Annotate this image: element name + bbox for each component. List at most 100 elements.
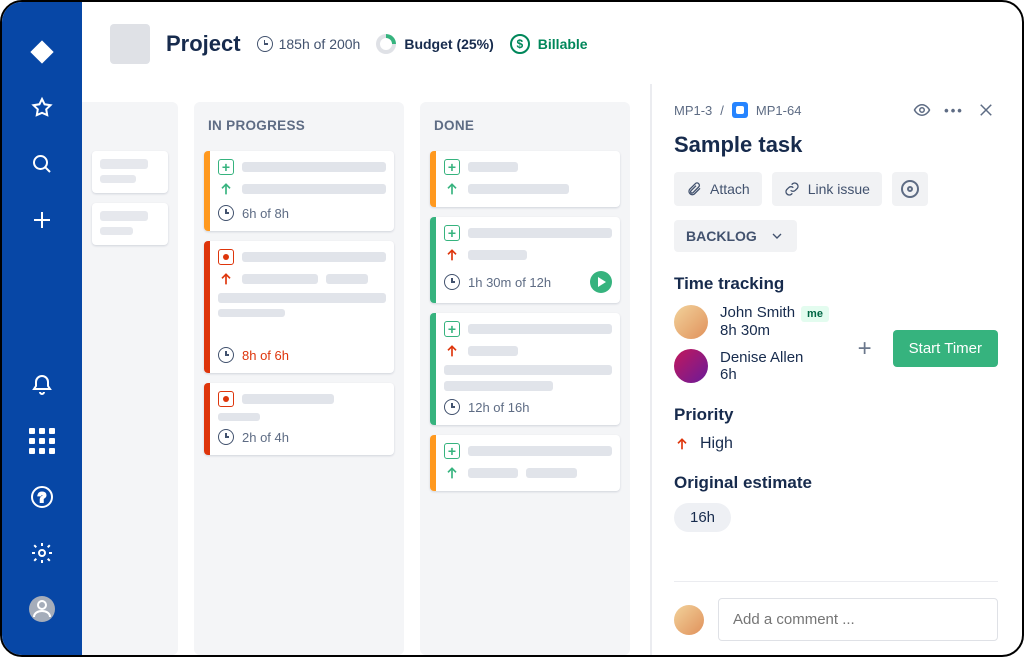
plus-square-icon: + [218, 159, 234, 175]
arrow-up-icon [444, 181, 460, 197]
person-name: Denise Allen [720, 349, 803, 366]
hours-text: 185h of 200h [279, 36, 361, 52]
budget-chip: Budget (25%) [376, 34, 493, 54]
apps-icon[interactable] [22, 421, 62, 461]
card-time: 12h of 16h [468, 400, 529, 415]
help-icon[interactable]: ? [22, 477, 62, 517]
person-time: 6h [720, 366, 803, 383]
project-title: Project [166, 31, 241, 57]
arrow-up-icon [218, 271, 234, 287]
extras-button[interactable] [892, 172, 928, 206]
record-square-icon [218, 391, 234, 407]
issue-type-icon [732, 102, 748, 118]
more-icon[interactable]: ••• [942, 98, 966, 122]
watch-icon[interactable] [910, 98, 934, 122]
board-card[interactable]: 2h of 4h [204, 383, 394, 455]
clock-icon [218, 347, 234, 363]
plus-icon[interactable] [22, 200, 62, 240]
arrow-up-icon [444, 247, 460, 263]
comment-input[interactable] [718, 598, 998, 641]
breadcrumb-divider: / [720, 103, 724, 118]
task-title: Sample task [674, 132, 998, 158]
me-badge: me [801, 306, 829, 322]
board-column-done: DONE + + 1h 30m of 12h [420, 102, 630, 655]
clock-icon [218, 429, 234, 445]
kanban-board: IN PROGRESS + 6h of 8h [82, 84, 650, 655]
time-entry: Denise Allen 6h [674, 349, 837, 383]
budget-text: Budget (25%) [404, 36, 493, 52]
board-card[interactable]: + 1h 30m of 12h [430, 217, 620, 303]
search-icon[interactable] [22, 144, 62, 184]
status-label: BACKLOG [686, 228, 757, 244]
priority-row[interactable]: High [674, 435, 998, 453]
arrow-up-icon [444, 465, 460, 481]
avatar [674, 605, 704, 635]
board-card[interactable]: 8h of 6h [204, 241, 394, 373]
record-square-icon [218, 249, 234, 265]
clock-icon [444, 399, 460, 415]
link-issue-button[interactable]: Link issue [772, 172, 882, 206]
board-card[interactable]: + 6h of 8h [204, 151, 394, 231]
svg-text:?: ? [38, 489, 47, 505]
plus-square-icon: + [444, 159, 460, 175]
plus-square-icon: + [444, 443, 460, 459]
settings-gear-icon[interactable] [22, 533, 62, 573]
card-time: 6h of 8h [242, 206, 289, 221]
status-dropdown[interactable]: BACKLOG [674, 220, 797, 252]
chevron-down-icon [769, 228, 785, 244]
board-column-in-progress: IN PROGRESS + 6h of 8h [194, 102, 404, 655]
star-icon[interactable] [22, 88, 62, 128]
clock-icon [218, 205, 234, 221]
card-time: 8h of 6h [242, 348, 289, 363]
breadcrumb-parent[interactable]: MP1-3 [674, 103, 712, 118]
time-entry: John Smith me 8h 30m [674, 304, 837, 339]
billable-text: Billable [538, 36, 588, 52]
bell-icon[interactable] [22, 365, 62, 405]
priority-heading: Priority [674, 405, 998, 425]
priority-value: High [700, 435, 733, 453]
clock-icon [257, 36, 273, 52]
target-icon [901, 180, 919, 198]
estimate-value[interactable]: 16h [674, 503, 731, 532]
board-card[interactable] [92, 203, 168, 245]
close-icon[interactable] [974, 98, 998, 122]
diamond-icon[interactable] [22, 32, 62, 72]
priority-high-icon [674, 436, 690, 452]
arrow-up-icon [444, 343, 460, 359]
dollar-icon: $ [510, 34, 530, 54]
plus-square-icon: + [444, 321, 460, 337]
board-column-title: IN PROGRESS [204, 114, 394, 141]
board-column-partial [82, 102, 178, 655]
hours-chip: 185h of 200h [257, 36, 361, 52]
card-time: 2h of 4h [242, 430, 289, 445]
person-name: John Smith [720, 304, 795, 321]
board-card[interactable]: + 12h of 16h [430, 313, 620, 425]
estimate-heading: Original estimate [674, 473, 998, 493]
avatar [674, 349, 708, 383]
start-timer-button[interactable]: Start Timer [893, 330, 998, 367]
project-avatar [110, 24, 150, 64]
clock-icon [444, 274, 460, 290]
board-card[interactable] [92, 151, 168, 193]
attach-label: Attach [710, 181, 750, 197]
profile-avatar-icon[interactable] [22, 589, 62, 629]
board-column-title [92, 114, 168, 141]
add-time-entry-button[interactable]: + [851, 335, 879, 363]
board-card[interactable]: + [430, 151, 620, 207]
budget-progress-icon [376, 34, 396, 54]
play-button[interactable] [590, 271, 612, 293]
time-tracking-heading: Time tracking [674, 274, 998, 294]
link-label: Link issue [808, 181, 870, 197]
attach-button[interactable]: Attach [674, 172, 762, 206]
avatar [674, 305, 708, 339]
app-sidebar: ? [2, 2, 82, 655]
breadcrumb-child[interactable]: MP1-64 [756, 103, 802, 118]
board-card[interactable]: + [430, 435, 620, 491]
arrow-up-icon [218, 181, 234, 197]
billable-chip: $ Billable [510, 34, 588, 54]
person-time: 8h 30m [720, 322, 829, 339]
task-detail-panel: MP1-3 / MP1-64 ••• Sample task Attach [650, 84, 1022, 655]
plus-square-icon: + [444, 225, 460, 241]
board-column-title: DONE [430, 114, 620, 141]
card-time: 1h 30m of 12h [468, 275, 551, 290]
